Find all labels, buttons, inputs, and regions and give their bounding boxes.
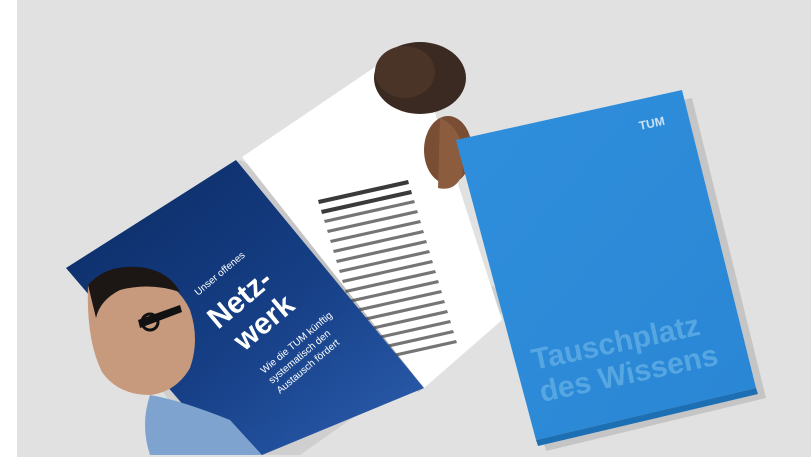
product-photo: Unser offenes Netz- werk Wie die TUM kün… (0, 0, 811, 457)
photo-canvas: Unser offenes Netz- werk Wie die TUM kün… (0, 0, 811, 457)
